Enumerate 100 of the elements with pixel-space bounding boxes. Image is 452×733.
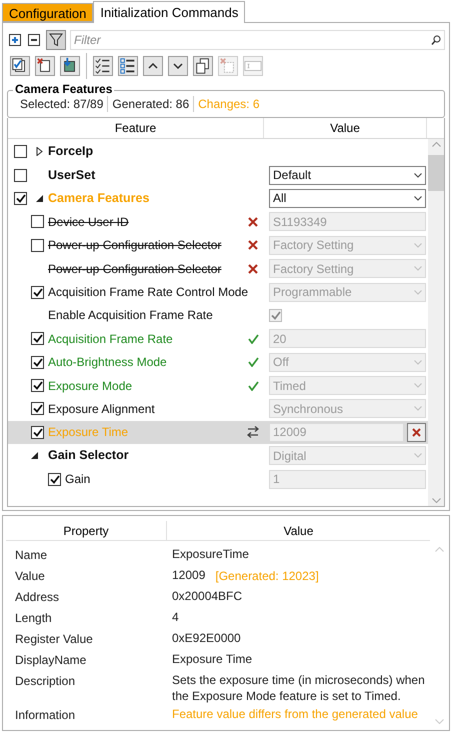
copy-button[interactable] [193,56,213,76]
tree-row[interactable]: Exposure Mode Timed [8,374,428,398]
feature-label: Device User ID [48,214,130,231]
filter-toggle[interactable] [46,30,66,50]
check-icon [32,404,42,414]
tree-row[interactable]: Auto-Brightness Mode Off [8,350,428,374]
tree-row[interactable]: Gain 1 [8,467,428,491]
chevron-down-icon [414,360,422,365]
property-name: DisplayName [14,652,88,669]
chevron-down-icon [414,406,422,412]
check-icon [16,194,26,203]
field-value: All [273,190,288,208]
check-icon [50,474,60,484]
checkbox[interactable] [14,168,27,182]
checkbox[interactable] [269,308,282,322]
collapse-all-icon [28,34,40,46]
field-value: Digital [273,448,308,465]
check-icon [32,381,42,390]
list-icon [119,56,137,76]
tree-row[interactable]: Power-up Configuration Selector Factory Setting [8,256,428,280]
column-header[interactable]: Feature [8,118,264,138]
property-value: 0x20004BFC [172,588,242,604]
property-value: ExposureTime [172,546,249,562]
field-value: Synchronous [273,400,344,418]
field-value: Factory Setting [273,237,355,254]
checkbox[interactable] [48,472,61,486]
down-button[interactable] [168,56,188,76]
chevron-down-icon [414,453,422,458]
feature-label: Acquisition Frame Rate [48,330,174,348]
chevron-down-icon [414,383,422,388]
feature-label: Exposure Time [48,424,130,442]
checklist-icon [94,56,112,76]
tree-row[interactable]: Device User ID S1193349 [8,210,428,234]
feature-label: Power-up Configuration Selector [48,237,222,254]
generated-count: Generated: 86 [112,96,190,113]
collapse-arrow-icon[interactable] [36,194,44,203]
tree-row[interactable]: UserSet Default [8,163,428,187]
checkbox[interactable] [31,379,44,392]
close-icon [412,428,421,437]
up-button[interactable] [143,56,163,76]
expand-arrow-icon[interactable] [36,147,44,156]
remove-button[interactable] [35,56,55,76]
checkbox[interactable] [14,192,27,205]
tree-row[interactable]: Camera Features All [8,186,428,210]
field-value: Programmable [273,284,353,302]
field-value: Off [273,354,290,372]
feature-label: Acquisition Frame Rate Control Mode [48,284,248,302]
chevron-down-icon [414,242,422,248]
tree-row[interactable]: Gain Selector Digital [8,444,428,468]
feature-label: Gain [65,471,92,488]
filter-field[interactable]: Filter [70,30,445,50]
checkbox[interactable] [31,238,44,252]
list-button[interactable] [118,56,138,76]
property-value: 12009 [172,567,206,584]
tab[interactable]: Initialization Commands [93,1,246,23]
generated-note: [Generated: 12023] [215,568,319,585]
copy-icon [194,56,212,76]
tree-row[interactable]: Acquisition Frame Rate Control Mode Programmable [8,280,428,304]
tree-row[interactable]: Exposure Alignment Synchronous [8,397,428,421]
column-header[interactable]: Value [264,118,427,138]
filter-icon [49,33,63,47]
collapse-arrow-icon[interactable] [31,451,39,460]
chevron-down-icon [414,196,422,201]
checklist-button[interactable] [93,56,113,76]
feature-label: Gain Selector [48,447,130,464]
scrollbar[interactable] [428,139,444,506]
import-button[interactable] [60,56,80,76]
apply-button[interactable] [10,56,30,76]
tree-row[interactable]: Acquisition Frame Rate 20 [8,327,428,351]
dropdown[interactable]: All [269,188,426,208]
chevron-down-icon [173,63,183,69]
feature-label: Exposure Alignment [48,400,156,418]
checkbox[interactable] [31,356,44,369]
checkbox[interactable] [31,332,44,346]
property-value: 0xE92E0000 [172,630,241,646]
group-title: Camera Features [13,82,114,96]
tab[interactable]: Configuration [2,3,94,22]
checkbox[interactable] [31,402,44,416]
feature-label: Auto-Brightness Mode [48,354,168,372]
scroll-thumb[interactable] [428,154,444,190]
check-icon [32,334,42,344]
property-name: Register Value [14,631,94,648]
checkbox[interactable] [31,286,44,299]
tree-row[interactable]: Enable Acquisition Frame Rate [8,304,428,328]
tree-row[interactable]: Power-up Configuration Selector Factory Setting [8,234,428,257]
tree-row[interactable]: ForceIp [8,140,428,164]
feature-label: ForceIp [48,143,94,160]
scroll-down-icon [432,498,440,503]
delete-icon [219,56,237,76]
checkbox[interactable] [31,426,44,439]
dropdown[interactable]: Default [269,166,426,185]
property-name: Value [14,568,46,585]
clear-button[interactable] [407,422,426,442]
checkbox[interactable] [14,145,27,158]
column-header[interactable]: Property [6,521,167,540]
checkbox[interactable] [31,215,44,228]
chevron-down-icon [414,290,422,295]
chevron-down-icon [414,266,422,272]
property-name: Length [14,610,53,627]
column-header[interactable]: Value [167,521,430,540]
